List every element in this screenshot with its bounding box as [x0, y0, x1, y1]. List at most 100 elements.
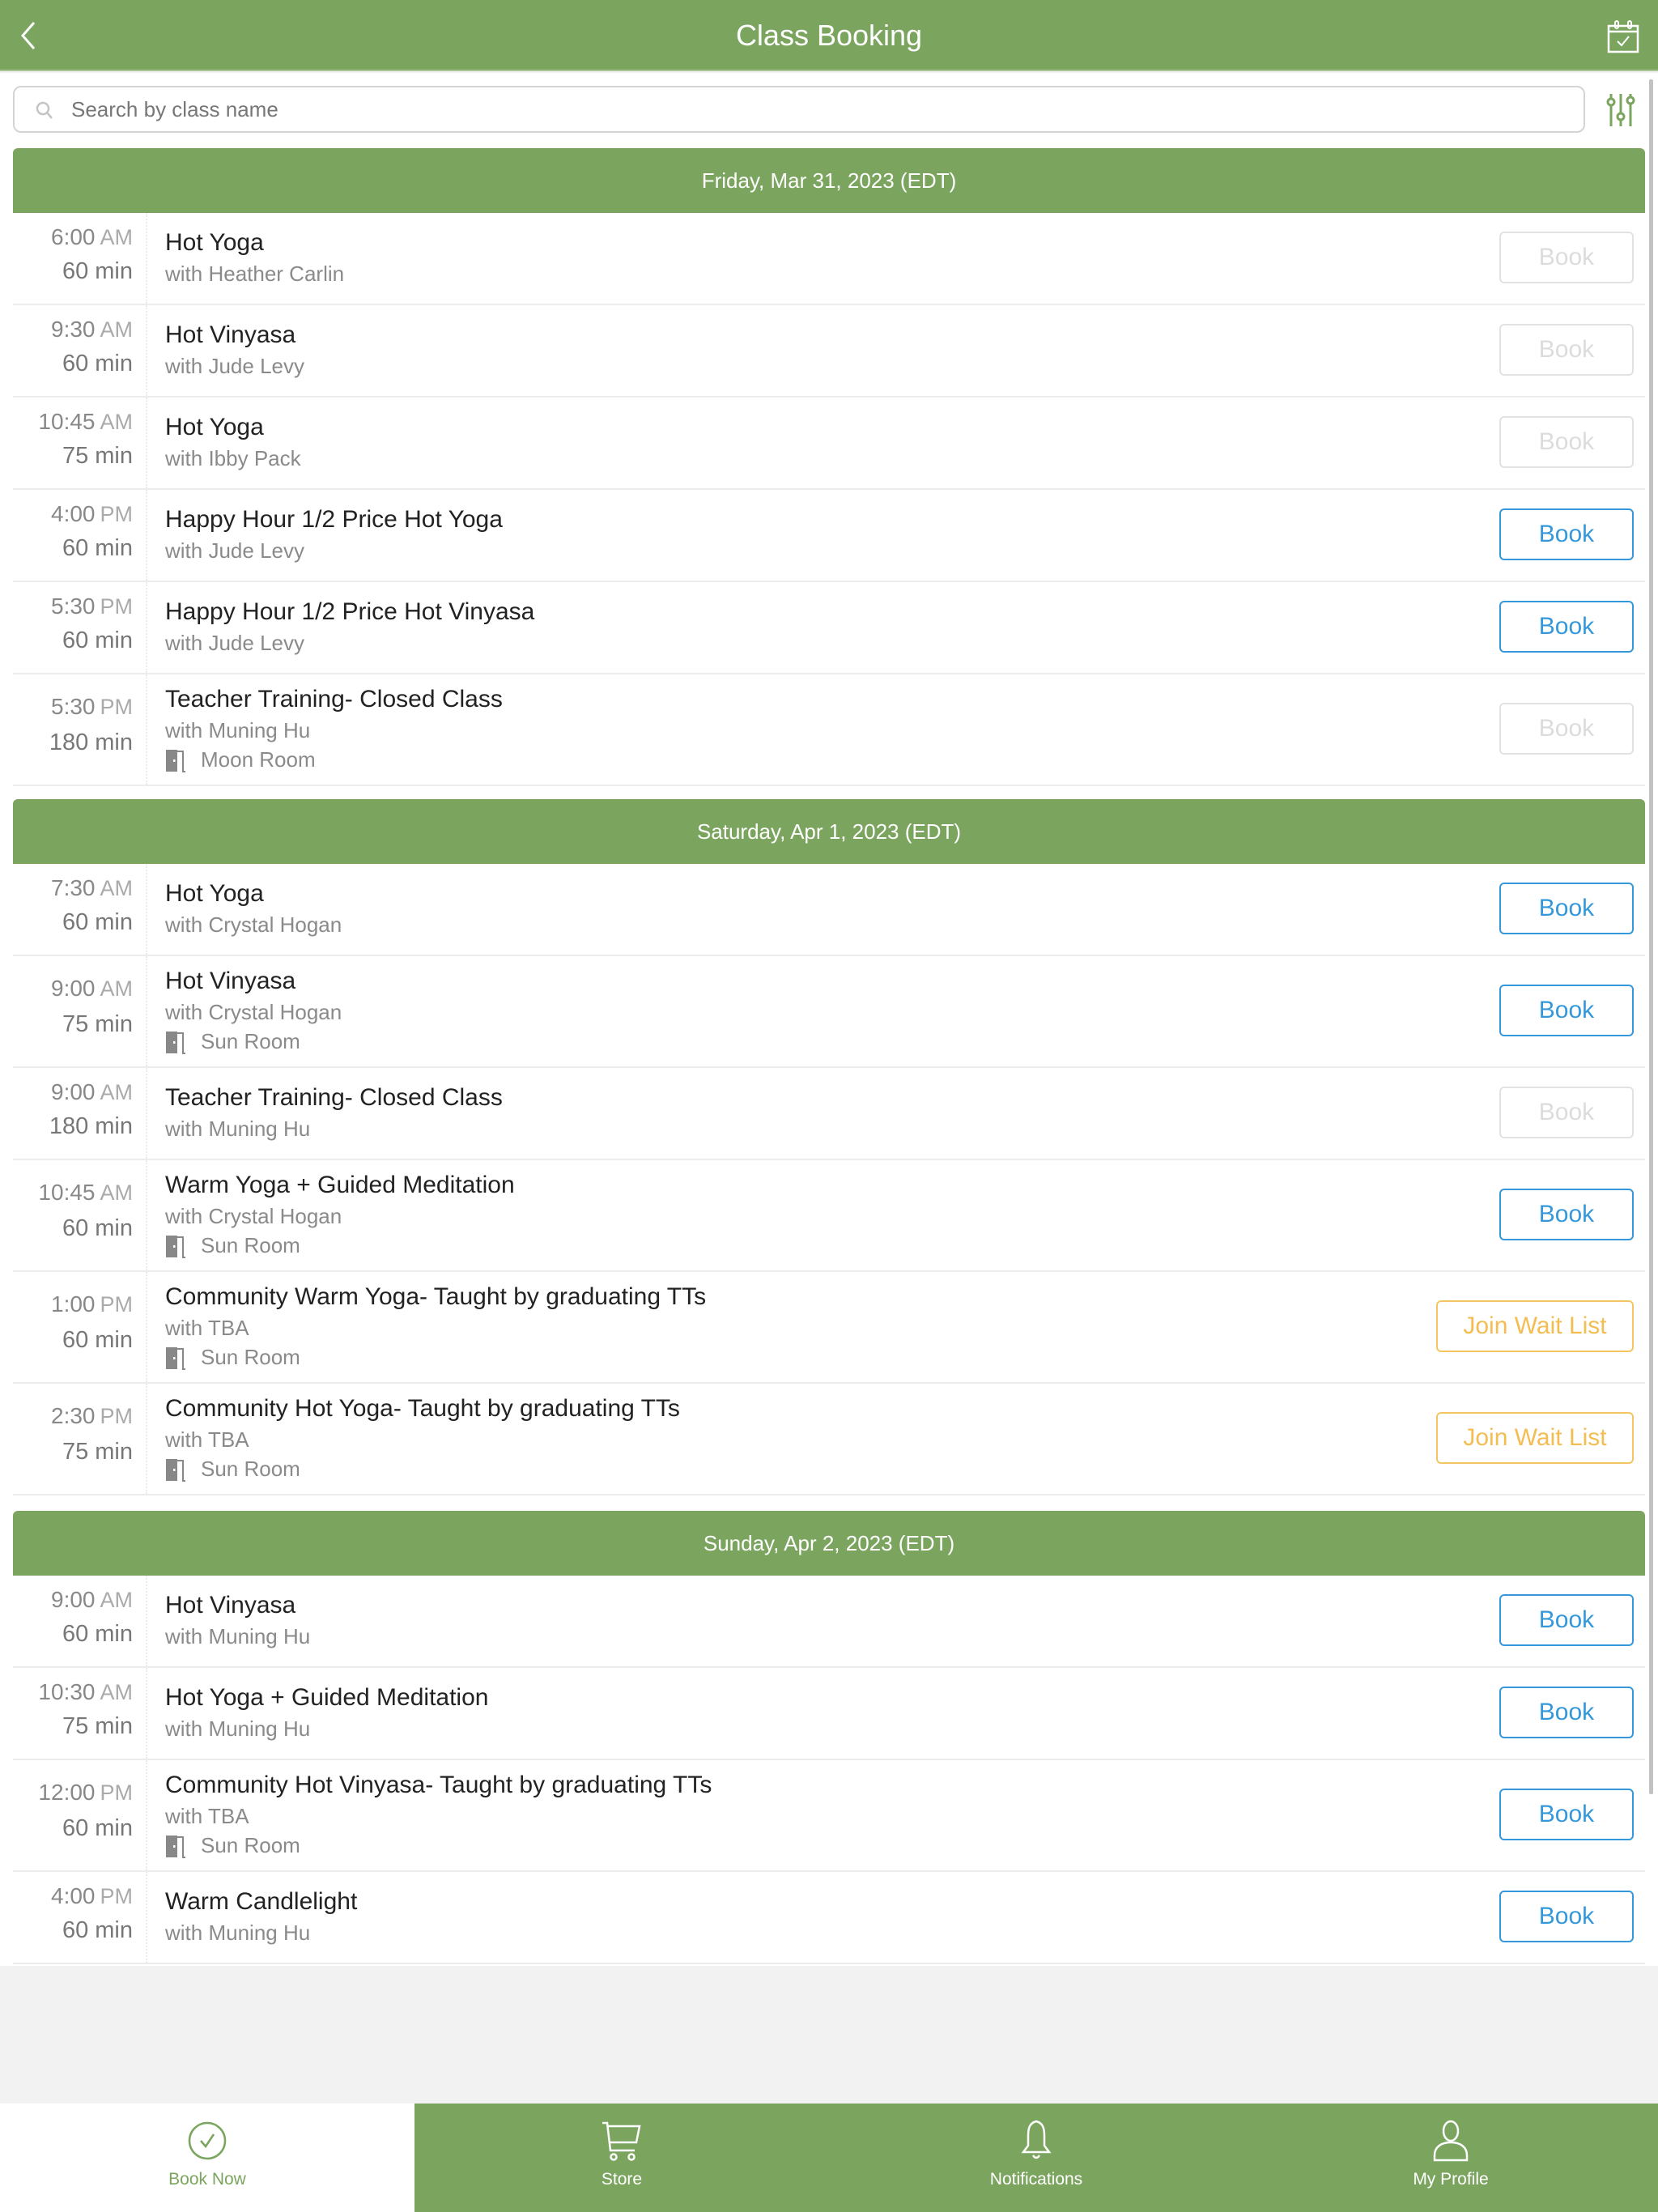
- class-name[interactable]: Warm Yoga + Guided Meditation: [165, 1172, 515, 1199]
- class-instructor: with Muning Hu: [165, 1117, 311, 1141]
- join-wait-list-button[interactable]: Join Wait List: [1436, 1412, 1634, 1464]
- class-row[interactable]: 10:30 AM 75 min Hot Yoga + Guided Meditat…: [13, 1668, 1645, 1760]
- nav-notifications[interactable]: Notifications: [829, 2104, 1244, 2212]
- class-name[interactable]: Hot Yoga: [165, 414, 264, 441]
- calendar-check-icon: [1607, 20, 1639, 53]
- book-button[interactable]: Book: [1499, 508, 1634, 560]
- time-column: 5:30 PM 60 min: [13, 582, 147, 673]
- book-button: Book: [1499, 1087, 1634, 1138]
- time-column: 10:30 AM 75 min: [13, 1668, 147, 1759]
- filter-button[interactable]: [1605, 91, 1637, 130]
- class-row[interactable]: 10:45 AM 60 min Warm Yoga + Guided Medita…: [13, 1160, 1645, 1272]
- nav-label: Book Now: [168, 2170, 246, 2189]
- class-instructor: with Heather Carlin: [165, 262, 345, 286]
- class-instructor: with Muning Hu: [165, 718, 311, 742]
- time-column: 7:30 AM 60 min: [13, 864, 147, 955]
- class-row[interactable]: 9:30 AM 60 min Hot Vinyasa with Jude Levy…: [13, 305, 1645, 398]
- class-name[interactable]: Hot Vinyasa: [165, 1592, 295, 1619]
- time-value: 7:30: [51, 875, 96, 900]
- class-name[interactable]: Hot Yoga: [165, 229, 264, 257]
- time-ampm: AM: [100, 1680, 134, 1704]
- class-instructor: with Muning Hu: [165, 1921, 311, 1945]
- class-instructor: with Muning Hu: [165, 1716, 311, 1741]
- class-name[interactable]: Happy Hour 1/2 Price Hot Yoga: [165, 506, 503, 534]
- door-icon: [166, 1031, 185, 1054]
- bell-icon: [1021, 2120, 1052, 2159]
- class-row[interactable]: 10:45 AM 75 min Hot Yoga with Ibby Pack Bo…: [13, 398, 1645, 490]
- class-name[interactable]: Hot Vinyasa: [165, 321, 295, 349]
- class-duration: 60 min: [62, 1917, 133, 1943]
- book-button[interactable]: Book: [1499, 883, 1634, 934]
- class-row[interactable]: 9:00 AM 60 min Hot Vinyasa with Muning Hu…: [13, 1576, 1645, 1668]
- time-ampm: PM: [100, 695, 134, 719]
- nav-my-profile[interactable]: My Profile: [1244, 2104, 1658, 2212]
- book-button[interactable]: Book: [1499, 601, 1634, 653]
- class-time: 6:00 AM: [3, 224, 133, 250]
- class-instructor: with Jude Levy: [165, 354, 304, 378]
- class-time: 2:30 PM: [3, 1403, 133, 1429]
- class-row[interactable]: 9:00 AM 180 min Teacher Training- Closed …: [13, 1068, 1645, 1160]
- class-duration: 75 min: [62, 443, 133, 469]
- class-time: 10:30 AM: [3, 1679, 133, 1705]
- class-name[interactable]: Community Hot Yoga- Taught by graduating…: [165, 1395, 680, 1423]
- class-instructor: with Jude Levy: [165, 631, 304, 655]
- class-name[interactable]: Community Warm Yoga- Taught by graduatin…: [165, 1283, 706, 1311]
- class-row[interactable]: 7:30 AM 60 min Hot Yoga with Crystal Hoga…: [13, 864, 1645, 956]
- book-button[interactable]: Book: [1499, 1594, 1634, 1646]
- time-value: 5:30: [51, 593, 96, 619]
- book-button[interactable]: Book: [1499, 1687, 1634, 1738]
- room-name: Sun Room: [201, 1029, 300, 1053]
- search-input[interactable]: [71, 92, 1561, 126]
- class-time: 1:00 PM: [3, 1291, 133, 1317]
- check-circle-icon: [188, 2121, 227, 2160]
- class-row[interactable]: 4:00 PM 60 min Happy Hour 1/2 Price Hot Y…: [13, 490, 1645, 582]
- book-button[interactable]: Book: [1499, 1789, 1634, 1840]
- time-ampm: PM: [100, 1884, 134, 1908]
- class-instructor: with Crystal Hogan: [165, 1000, 342, 1024]
- time-column: 5:30 PM 180 min: [13, 674, 147, 785]
- class-name[interactable]: Community Hot Vinyasa- Taught by graduat…: [165, 1772, 712, 1799]
- class-room: Moon Room: [165, 747, 316, 772]
- room-name: Sun Room: [201, 1233, 300, 1257]
- class-name[interactable]: Hot Vinyasa: [165, 968, 295, 995]
- day-header: Saturday, Apr 1, 2023 (EDT): [13, 799, 1645, 864]
- time-value: 10:30: [38, 1679, 96, 1704]
- class-row[interactable]: 4:00 PM 60 min Warm Candlelight with Muni…: [13, 1872, 1645, 1964]
- class-instructor: with Crystal Hogan: [165, 912, 342, 937]
- class-row[interactable]: 9:00 AM 75 min Hot Vinyasa with Crystal H…: [13, 956, 1645, 1068]
- time-ampm: PM: [100, 1292, 134, 1317]
- class-row[interactable]: 6:00 AM 60 min Hot Yoga with Heather Carl…: [13, 213, 1645, 305]
- class-name[interactable]: Warm Candlelight: [165, 1888, 357, 1916]
- class-duration: 60 min: [62, 1215, 133, 1241]
- nav-store[interactable]: Store: [414, 2104, 829, 2212]
- class-row[interactable]: 2:30 PM 75 min Community Hot Yoga- Taught…: [13, 1384, 1645, 1495]
- my-bookings-button[interactable]: [1606, 19, 1640, 55]
- class-name[interactable]: Hot Yoga + Guided Meditation: [165, 1684, 488, 1712]
- class-row[interactable]: 5:30 PM 180 min Teacher Training- Closed …: [13, 674, 1645, 786]
- scrollbar[interactable]: [1649, 79, 1653, 1794]
- class-name[interactable]: Hot Yoga: [165, 880, 264, 908]
- time-value: 1:00: [51, 1291, 96, 1317]
- class-duration: 60 min: [62, 1621, 133, 1647]
- book-button[interactable]: Book: [1499, 985, 1634, 1036]
- class-row[interactable]: 5:30 PM 60 min Happy Hour 1/2 Price Hot V…: [13, 582, 1645, 674]
- book-button[interactable]: Book: [1499, 1189, 1634, 1240]
- class-room: Sun Room: [165, 1457, 300, 1482]
- class-name[interactable]: Teacher Training- Closed Class: [165, 1084, 503, 1112]
- class-time: 4:00 PM: [3, 1883, 133, 1909]
- class-name[interactable]: Teacher Training- Closed Class: [165, 686, 503, 713]
- join-wait-list-button[interactable]: Join Wait List: [1436, 1300, 1634, 1352]
- class-row[interactable]: 12:00 PM 60 min Community Hot Vinyasa- Ta…: [13, 1760, 1645, 1872]
- time-column: 2:30 PM 75 min: [13, 1384, 147, 1494]
- nav-book-now[interactable]: Book Now: [0, 2104, 414, 2212]
- class-time: 7:30 AM: [3, 875, 133, 901]
- class-instructor: with TBA: [165, 1804, 249, 1828]
- search-bar: [13, 86, 1585, 133]
- class-name[interactable]: Happy Hour 1/2 Price Hot Vinyasa: [165, 598, 534, 626]
- door-icon: [166, 1346, 185, 1370]
- book-button: Book: [1499, 324, 1634, 376]
- class-duration: 60 min: [62, 1815, 133, 1841]
- class-row[interactable]: 1:00 PM 60 min Community Warm Yoga- Taugh…: [13, 1272, 1645, 1384]
- class-instructor: with TBA: [165, 1427, 249, 1452]
- book-button[interactable]: Book: [1499, 1891, 1634, 1942]
